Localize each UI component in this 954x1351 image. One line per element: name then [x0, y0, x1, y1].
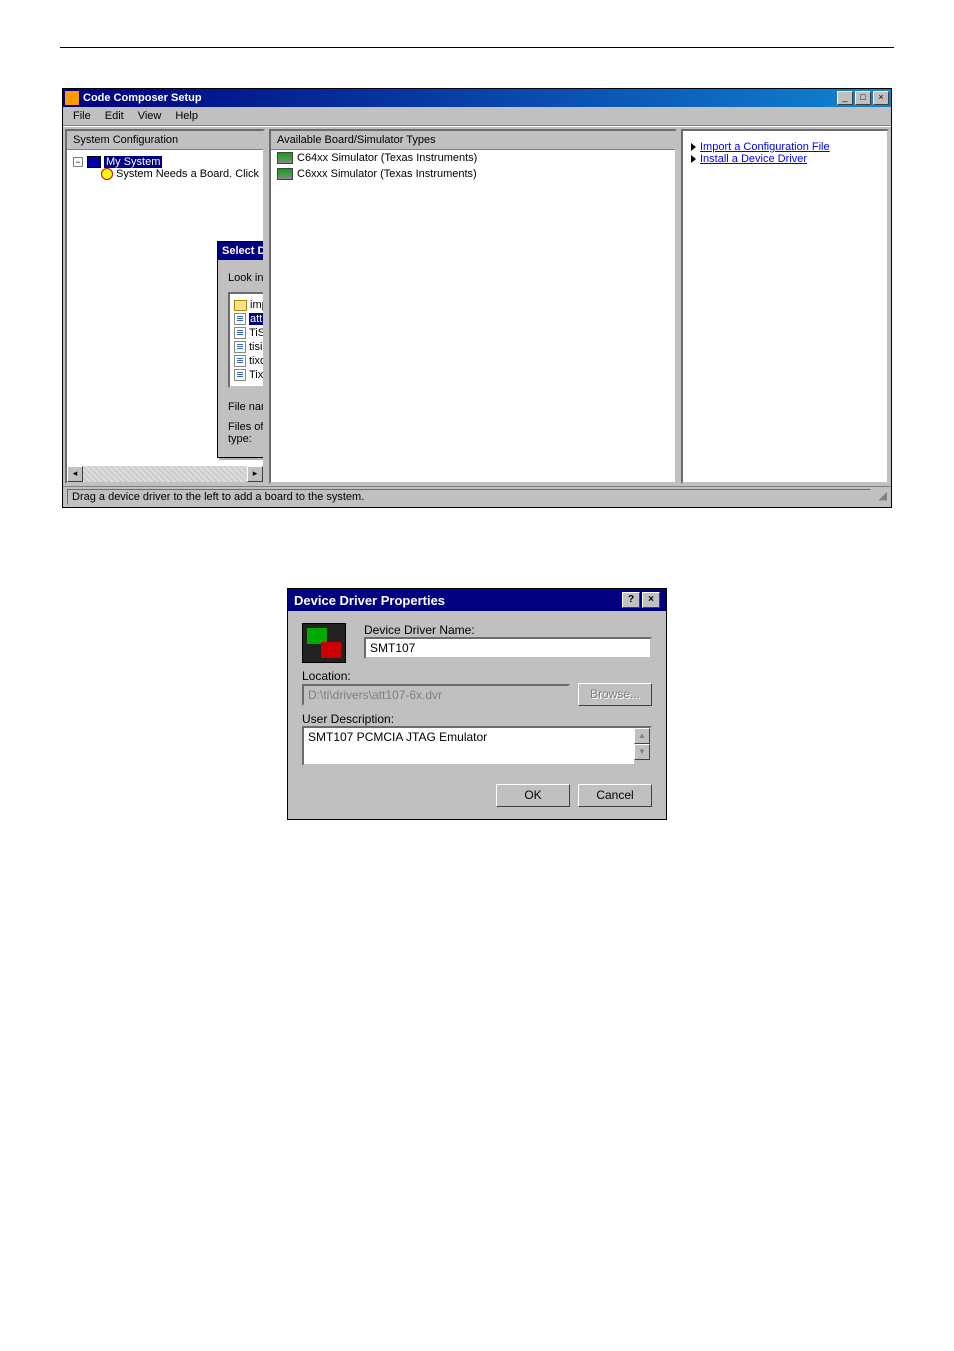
filetype-label: Files of type:: [228, 421, 265, 445]
file-list[interactable]: import att107-6x.dvr TiSimC64xx.dvr tisi…: [228, 292, 265, 388]
menu-help[interactable]: Help: [169, 109, 204, 123]
menu-file[interactable]: File: [67, 109, 97, 123]
arrow-icon: [691, 155, 696, 163]
board-icon: [277, 168, 293, 180]
dialog-title: Select Device Driver File: [222, 245, 265, 257]
status-text: Drag a device driver to the left to add …: [67, 489, 871, 505]
menu-view[interactable]: View: [132, 109, 168, 123]
cancel-button[interactable]: Cancel: [578, 784, 652, 807]
system-configuration-header: System Configuration: [67, 131, 263, 150]
file-item[interactable]: tixds6000.dvr: [234, 354, 265, 368]
file-item[interactable]: TiSimC64xx.dvr: [234, 326, 265, 340]
available-boards-header: Available Board/Simulator Types: [271, 131, 675, 150]
close-button[interactable]: ×: [873, 91, 889, 105]
scroll-track[interactable]: [83, 466, 247, 482]
filename-label: File name:: [228, 401, 265, 413]
dialog-title: Device Driver Properties: [294, 593, 620, 608]
scroll-down-button[interactable]: ▼: [634, 744, 650, 760]
system-configuration-pane: System Configuration − My System System N…: [65, 129, 265, 484]
scroll-left-button[interactable]: ◂: [67, 466, 83, 482]
ok-button[interactable]: OK: [496, 784, 570, 807]
app-icon: [65, 91, 79, 105]
dialog-close-button[interactable]: ×: [642, 592, 660, 608]
arrow-icon: [691, 143, 696, 151]
user-description-label: User Description:: [302, 712, 652, 726]
folder-icon: [234, 300, 247, 311]
file-item[interactable]: Tixds6xxx.dvr: [234, 368, 265, 382]
computer-icon: [87, 156, 101, 168]
file-item[interactable]: att107-6x.dvr: [234, 312, 265, 326]
file-icon: [234, 341, 246, 353]
horizontal-scrollbar[interactable]: ◂ ▸: [67, 466, 263, 482]
maximize-button[interactable]: □: [855, 91, 871, 105]
driver-icon: [302, 623, 346, 663]
tree-child-label: System Needs a Board. Click Here: [116, 168, 265, 180]
vertical-scrollbar[interactable]: ▲ ▼: [634, 728, 650, 764]
board-item[interactable]: C6xxx Simulator (Texas Instruments): [271, 166, 675, 182]
install-driver-link[interactable]: Install a Device Driver: [700, 153, 807, 165]
scroll-up-button[interactable]: ▲: [634, 728, 650, 744]
file-item[interactable]: tisimc6xxx.dvr: [234, 340, 265, 354]
tree-root[interactable]: − My System: [73, 156, 257, 168]
driver-name-input[interactable]: SMT107: [364, 637, 652, 659]
resize-grip[interactable]: ◢: [871, 489, 887, 505]
driver-name-label: Device Driver Name:: [364, 623, 652, 637]
menu-edit[interactable]: Edit: [99, 109, 130, 123]
tree-root-label: My System: [104, 156, 162, 168]
user-description-input[interactable]: SMT107 PCMCIA JTAG Emulator ▲ ▼: [302, 726, 652, 766]
warning-icon: [101, 168, 113, 180]
browse-button: Browse...: [578, 683, 652, 706]
window-titlebar: Code Composer Setup _ □ ×: [63, 89, 891, 107]
file-icon: [234, 327, 246, 339]
menubar: File Edit View Help: [63, 107, 891, 126]
scroll-right-button[interactable]: ▸: [247, 466, 263, 482]
location-label: Location:: [302, 669, 652, 683]
file-item-folder[interactable]: import: [234, 298, 265, 312]
file-icon: [234, 369, 246, 381]
available-boards-pane: Available Board/Simulator Types C64xx Si…: [269, 129, 677, 484]
import-config-link[interactable]: Import a Configuration File: [700, 141, 830, 153]
actions-pane: Import a Configuration File Install a De…: [681, 129, 889, 484]
board-icon: [277, 152, 293, 164]
code-composer-setup-window: Code Composer Setup _ □ × File Edit View…: [62, 88, 892, 508]
minimize-button[interactable]: _: [837, 91, 853, 105]
dialog-help-button[interactable]: ?: [622, 592, 640, 608]
board-item[interactable]: C64xx Simulator (Texas Instruments): [271, 150, 675, 166]
tree-child[interactable]: System Needs a Board. Click Here: [101, 168, 257, 180]
page-top-rule: [60, 40, 894, 48]
location-field: D:\ti\drivers\att107-6x.dvr: [302, 684, 570, 706]
file-icon: [234, 313, 246, 325]
window-title: Code Composer Setup: [83, 92, 837, 104]
tree-collapse-icon[interactable]: −: [73, 157, 83, 167]
look-in-label: Look in:: [228, 272, 265, 284]
file-icon: [234, 355, 246, 367]
select-device-driver-dialog: Select Device Driver File ? × Look in: d…: [217, 241, 265, 458]
device-driver-properties-dialog: Device Driver Properties ? × Device Driv…: [287, 588, 667, 820]
